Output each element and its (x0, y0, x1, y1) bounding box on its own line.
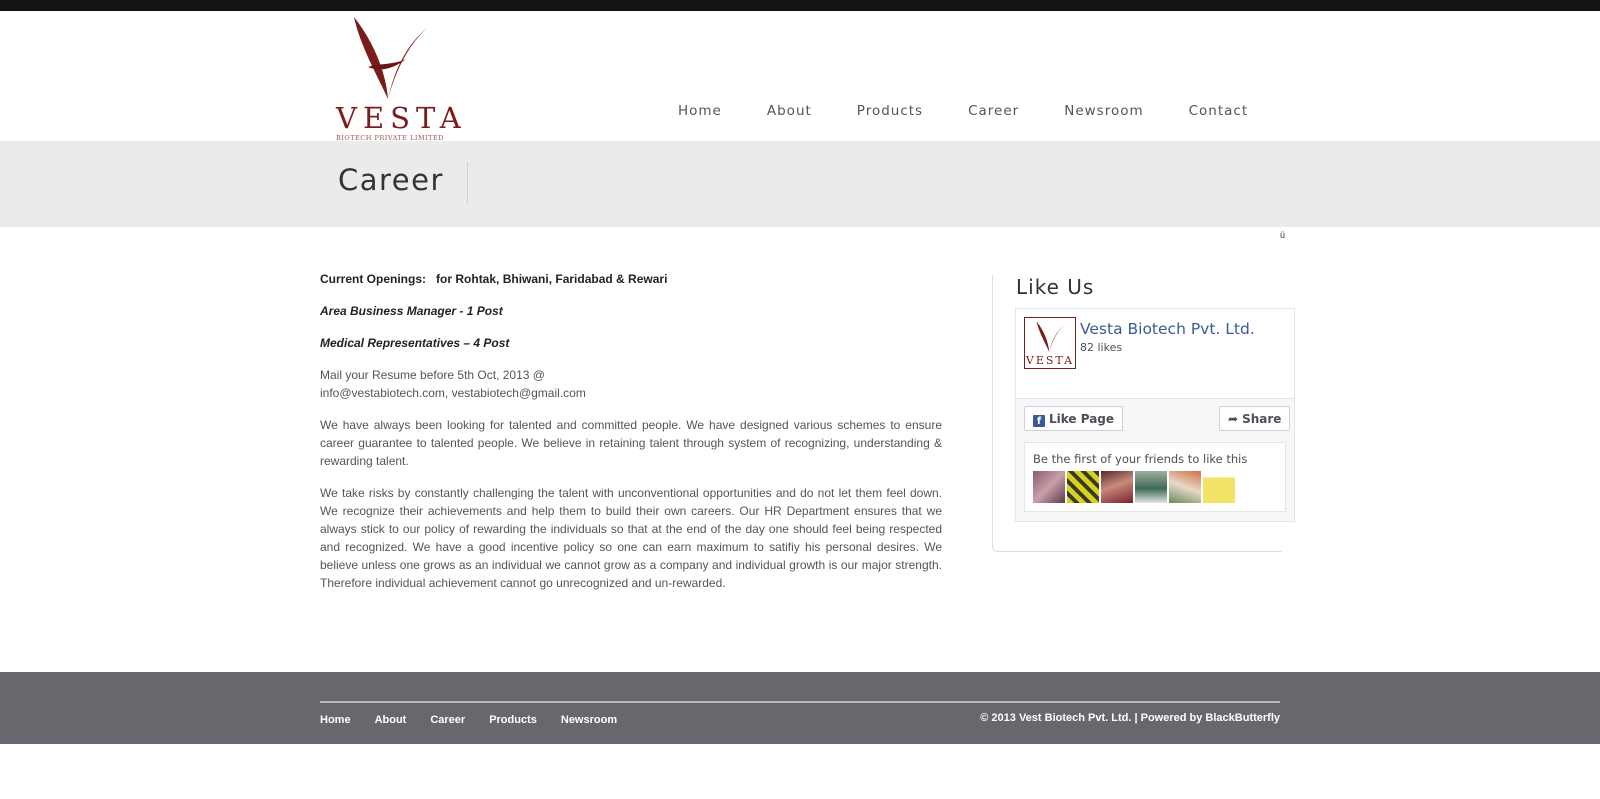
brand-name: VESTA (336, 101, 467, 135)
powered-by-link[interactable]: BlackButterfly (1205, 712, 1280, 724)
fb-like-label: Like Page (1049, 412, 1115, 426)
friend-avatar[interactable] (1135, 471, 1167, 503)
top-bar (0, 0, 1600, 11)
fb-friend-faces (1033, 471, 1237, 503)
facebook-icon: f (1033, 415, 1045, 427)
fb-share-label: Share (1242, 412, 1282, 426)
post-area-business-manager: Area Business Manager - 1 Post (320, 304, 503, 318)
copyright: © 2013 Vest Biotech Pvt. Ltd. | Powered … (980, 712, 1280, 724)
fb-page-thumbnail[interactable]: VESTA (1024, 317, 1076, 369)
openings-label: Current Openings: (320, 272, 427, 286)
footer-link-career[interactable]: Career (430, 714, 465, 726)
current-openings: Current Openings: for Rohtak, Bhiwani, F… (320, 270, 942, 288)
fb-like-count: 82 likes (1080, 341, 1123, 354)
nav-contact[interactable]: Contact (1189, 103, 1249, 139)
share-arrow-icon: ➦ (1228, 412, 1239, 426)
main-nav: Home About Products Career Newsroom Cont… (678, 103, 1293, 139)
friend-avatar[interactable] (1067, 471, 1099, 503)
mail-line-1: Mail your Resume before 5th Oct, 2013 @ (320, 368, 545, 382)
footer: Home About Career Products Newsroom © 20… (0, 672, 1600, 744)
site-logo[interactable]: VESTA BIOTECH PRIVATE LIMITED (336, 15, 467, 142)
friend-avatar[interactable] (1101, 471, 1133, 503)
fb-thumb-text: VESTA (1025, 354, 1075, 367)
footer-link-newsroom[interactable]: Newsroom (561, 714, 617, 726)
fb-like-page-button[interactable]: f Like Page (1024, 406, 1124, 431)
nav-products[interactable]: Products (857, 103, 923, 139)
paragraph-1: We have always been looking for talented… (320, 418, 942, 468)
footer-link-home[interactable]: Home (320, 714, 351, 726)
smiley-icon: ü (1280, 230, 1286, 240)
footer-rule (320, 701, 1280, 703)
nav-career[interactable]: Career (968, 103, 1019, 139)
title-divider (467, 163, 468, 203)
fb-friends-panel: Be the first of your friends to like thi… (1024, 442, 1286, 512)
page-title: Career (338, 163, 444, 197)
fb-friends-text: Be the first of your friends to like thi… (1033, 452, 1248, 466)
vesta-logo-mark-icon (354, 17, 428, 99)
career-content: Current Openings: for Rohtak, Bhiwani, F… (320, 270, 942, 606)
fb-share-button[interactable]: ➦ Share (1219, 406, 1291, 431)
footer-nav: Home About Career Products Newsroom (320, 714, 641, 726)
header: VESTA BIOTECH PRIVATE LIMITED Home About… (0, 11, 1600, 142)
nav-about[interactable]: About (767, 103, 812, 139)
copyright-text: © 2013 Vest Biotech Pvt. Ltd. | Powered … (980, 712, 1203, 724)
post-medical-representatives: Medical Representatives – 4 Post (320, 336, 510, 350)
vesta-logo-mark-icon (1036, 321, 1065, 352)
footer-link-products[interactable]: Products (489, 714, 537, 726)
paragraph-2: We take risks by constantly challenging … (320, 486, 942, 590)
nav-newsroom[interactable]: Newsroom (1064, 103, 1143, 139)
page-title-bar: Career (0, 141, 1600, 227)
nav-home[interactable]: Home (678, 103, 722, 139)
footer-link-about[interactable]: About (375, 714, 407, 726)
fb-page-name[interactable]: Vesta Biotech Pvt. Ltd. (1080, 320, 1255, 338)
friend-avatar[interactable] (1203, 471, 1235, 503)
friend-avatar[interactable] (1169, 471, 1201, 503)
friend-avatar[interactable] (1033, 471, 1065, 503)
mail-line-2[interactable]: info@vestabiotech.com, vestabiotech@gmai… (320, 386, 586, 400)
facebook-page-widget: VESTA Vesta Biotech Pvt. Ltd. 82 likes f… (1015, 308, 1295, 522)
fb-widget-header: VESTA Vesta Biotech Pvt. Ltd. 82 likes (1016, 309, 1294, 399)
sidebar-title: Like Us (1016, 275, 1095, 299)
mail-instructions: Mail your Resume before 5th Oct, 2013 @ … (320, 366, 942, 402)
openings-locations: for Rohtak, Bhiwani, Faridabad & Rewari (436, 272, 668, 286)
